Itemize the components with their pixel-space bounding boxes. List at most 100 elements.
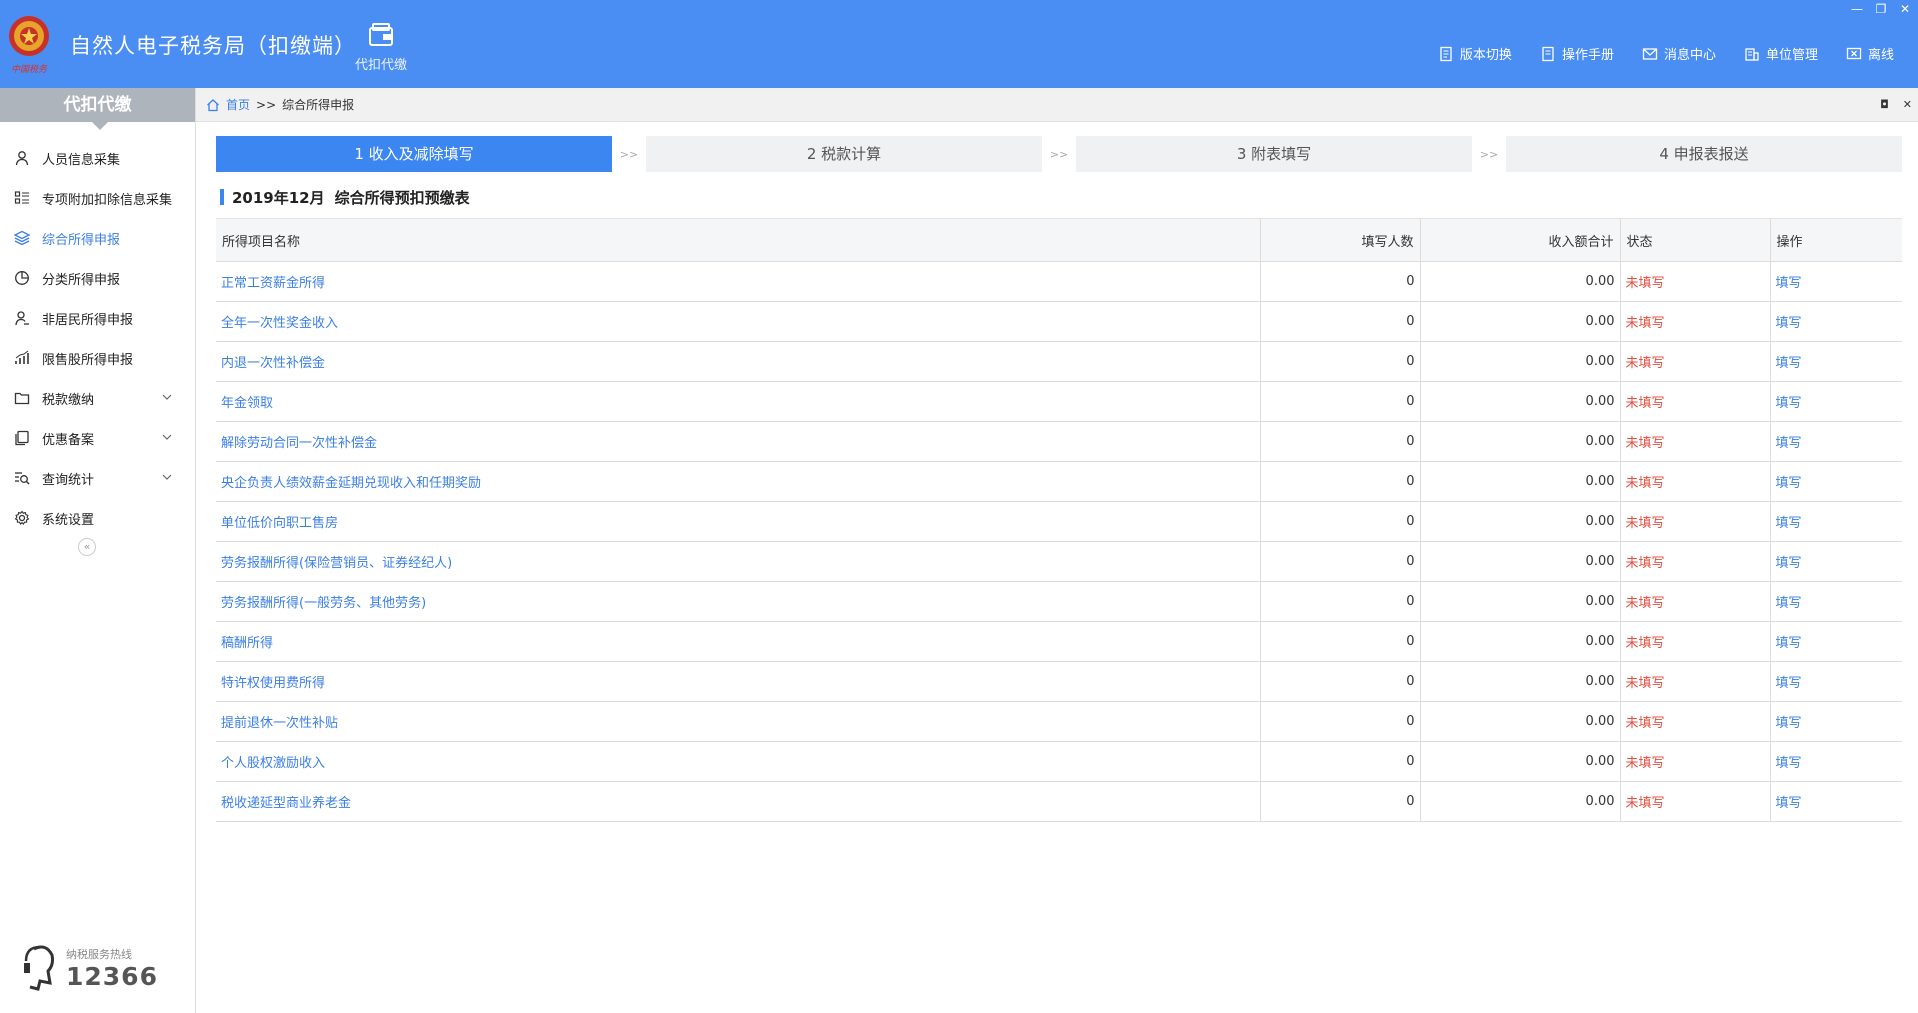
fill-link[interactable]: 填写 [1776,476,1802,491]
search-list-icon [15,472,30,485]
table-cell: 0.00 [1420,741,1621,782]
message-center-button[interactable]: 消息中心 [1642,44,1716,63]
fill-link[interactable]: 填写 [1776,316,1802,331]
fill-link[interactable]: 填写 [1776,716,1802,731]
table-cell: 填写 [1770,301,1902,342]
income-amount: 0.00 [1585,794,1615,809]
breadcrumb-home-link[interactable]: 首页 [226,96,250,113]
app-title: 自然人电子税务局（扣缴端） [70,34,356,58]
fill-link[interactable]: 填写 [1776,276,1802,291]
income-item-link[interactable]: 单位低价向职工售房 [221,516,338,531]
income-amount: 0.00 [1585,394,1615,409]
minimize-button[interactable]: — [1850,2,1864,16]
tab-close-button[interactable]: ✕ [1903,98,1912,111]
table-row: 特许权使用费所得 0 0.00 未填写 填写 [216,661,1902,702]
tab-maximize-button[interactable]: ◘ [1880,98,1889,111]
income-item-link[interactable]: 央企负责人绩效薪金延期兑现收入和任期奖励 [221,476,481,491]
person-icon [15,151,29,166]
status-badge: 未填写 [1625,676,1665,691]
table-cell: 0.00 [1420,581,1621,622]
fill-link[interactable]: 填写 [1776,436,1802,451]
status-badge: 未填写 [1625,596,1665,611]
step-income-deduction[interactable]: 1 收入及减除填写 [216,136,612,172]
fill-link[interactable]: 填写 [1776,756,1802,771]
table-cell: 填写 [1770,781,1902,822]
main-content: 1 收入及减除填写 >> 2 税款计算 >> 3 附表填写 >> 4 申报表报送… [216,136,1902,822]
col-header-count: 填写人数 [1260,218,1421,262]
manual-button[interactable]: 操作手册 [1540,44,1614,63]
income-item-link[interactable]: 解除劳动合同一次性补偿金 [221,436,377,451]
table-row: 稿酬所得 0 0.00 未填写 填写 [216,621,1902,662]
sidebar-item-personnel-info[interactable]: 人员信息采集 [0,138,195,178]
table-cell: 未填写 [1620,621,1771,662]
module-withholding-button[interactable]: 代扣代缴 [350,22,412,73]
sidebar-item-preferential-filing[interactable]: 优惠备案 [0,418,195,458]
sidebar-item-classified-income[interactable]: 分类所得申报 [0,258,195,298]
status-badge: 未填写 [1625,476,1665,491]
income-item-link[interactable]: 内退一次性补偿金 [221,356,325,371]
income-item-link[interactable]: 特许权使用费所得 [221,676,325,691]
restore-button[interactable]: ❐ [1874,2,1888,16]
income-item-link[interactable]: 正常工资薪金所得 [221,276,325,291]
income-item-link[interactable]: 稿酬所得 [221,636,273,651]
income-item-link[interactable]: 年金领取 [221,396,273,411]
table-cell: 0 [1260,421,1421,462]
manual-label: 操作手册 [1561,48,1614,63]
fill-link[interactable]: 填写 [1776,556,1802,571]
offline-icon [1846,47,1862,59]
table-cell: 0.00 [1420,781,1621,822]
fill-link[interactable]: 填写 [1776,516,1802,531]
company-manage-button[interactable]: 单位管理 [1744,44,1818,63]
fill-link[interactable]: 填写 [1776,596,1802,611]
income-item-link[interactable]: 个人股权激励收入 [221,756,325,771]
chevron-down-icon [162,434,172,440]
version-icon [1440,46,1452,61]
sidebar-item-restricted-stock[interactable]: 限售股所得申报 [0,338,195,378]
offline-button[interactable]: 离线 [1846,44,1894,63]
sidebar-item-comprehensive-income[interactable]: 综合所得申报 [0,218,195,258]
message-icon [1642,47,1658,60]
table-cell: 填写 [1770,541,1902,582]
table-cell: 未填写 [1620,661,1771,702]
fill-link[interactable]: 填写 [1776,356,1802,371]
table-cell: 填写 [1770,501,1902,542]
table-cell: 0 [1260,341,1421,382]
pie-icon [15,271,29,285]
sidebar-item-query-statistics[interactable]: 查询统计 [0,458,195,498]
table-row: 年金领取 0 0.00 未填写 填写 [216,381,1902,422]
status-badge: 未填写 [1625,716,1665,731]
table-cell: 0 [1260,661,1421,702]
close-window-button[interactable]: ✕ [1898,2,1912,16]
sidebar-collapse-button[interactable]: « [78,538,96,556]
step-arrow: >> [1049,147,1069,161]
step-tax-calculation[interactable]: 2 税款计算 [646,136,1042,172]
table-cell: 劳务报酬所得(一般劳务、其他劳务) [216,581,1261,622]
tab-controls: ◘ ✕ [1880,98,1912,111]
company-manage-label: 单位管理 [1765,48,1818,63]
income-item-link[interactable]: 提前退休一次性补贴 [221,716,338,731]
table-cell: 正常工资薪金所得 [216,261,1261,302]
income-item-link[interactable]: 税收递延型商业养老金 [221,796,351,811]
fill-link[interactable]: 填写 [1776,636,1802,651]
income-item-link[interactable]: 劳务报酬所得(保险营销员、证券经纪人) [221,556,452,571]
form-name: 综合所得预扣预缴表 [334,188,470,207]
sidebar-item-tax-payment[interactable]: 税款缴纳 [0,378,195,418]
copy-icon [15,430,29,446]
version-switch-button[interactable]: 版本切换 [1438,44,1512,63]
fill-link[interactable]: 填写 [1776,796,1802,811]
table-row: 劳务报酬所得(一般劳务、其他劳务) 0 0.00 未填写 填写 [216,581,1902,622]
table-cell: 0 [1260,381,1421,422]
chart-icon [15,350,29,364]
sidebar-item-special-deduction[interactable]: 专项附加扣除信息采集 [0,178,195,218]
step-attachment[interactable]: 3 附表填写 [1076,136,1472,172]
sidebar-item-label: 优惠备案 [42,432,95,448]
sidebar-item-system-settings[interactable]: 系统设置 [0,498,195,538]
income-item-link[interactable]: 全年一次性奖金收入 [221,316,338,331]
income-item-link[interactable]: 劳务报酬所得(一般劳务、其他劳务) [221,596,426,611]
sidebar-item-nonresident-income[interactable]: 非居民所得申报 [0,298,195,338]
fill-link[interactable]: 填写 [1776,396,1802,411]
fill-link[interactable]: 填写 [1776,676,1802,691]
table-cell: 填写 [1770,621,1902,662]
status-badge: 未填写 [1625,556,1665,571]
step-submit[interactable]: 4 申报表报送 [1506,136,1902,172]
